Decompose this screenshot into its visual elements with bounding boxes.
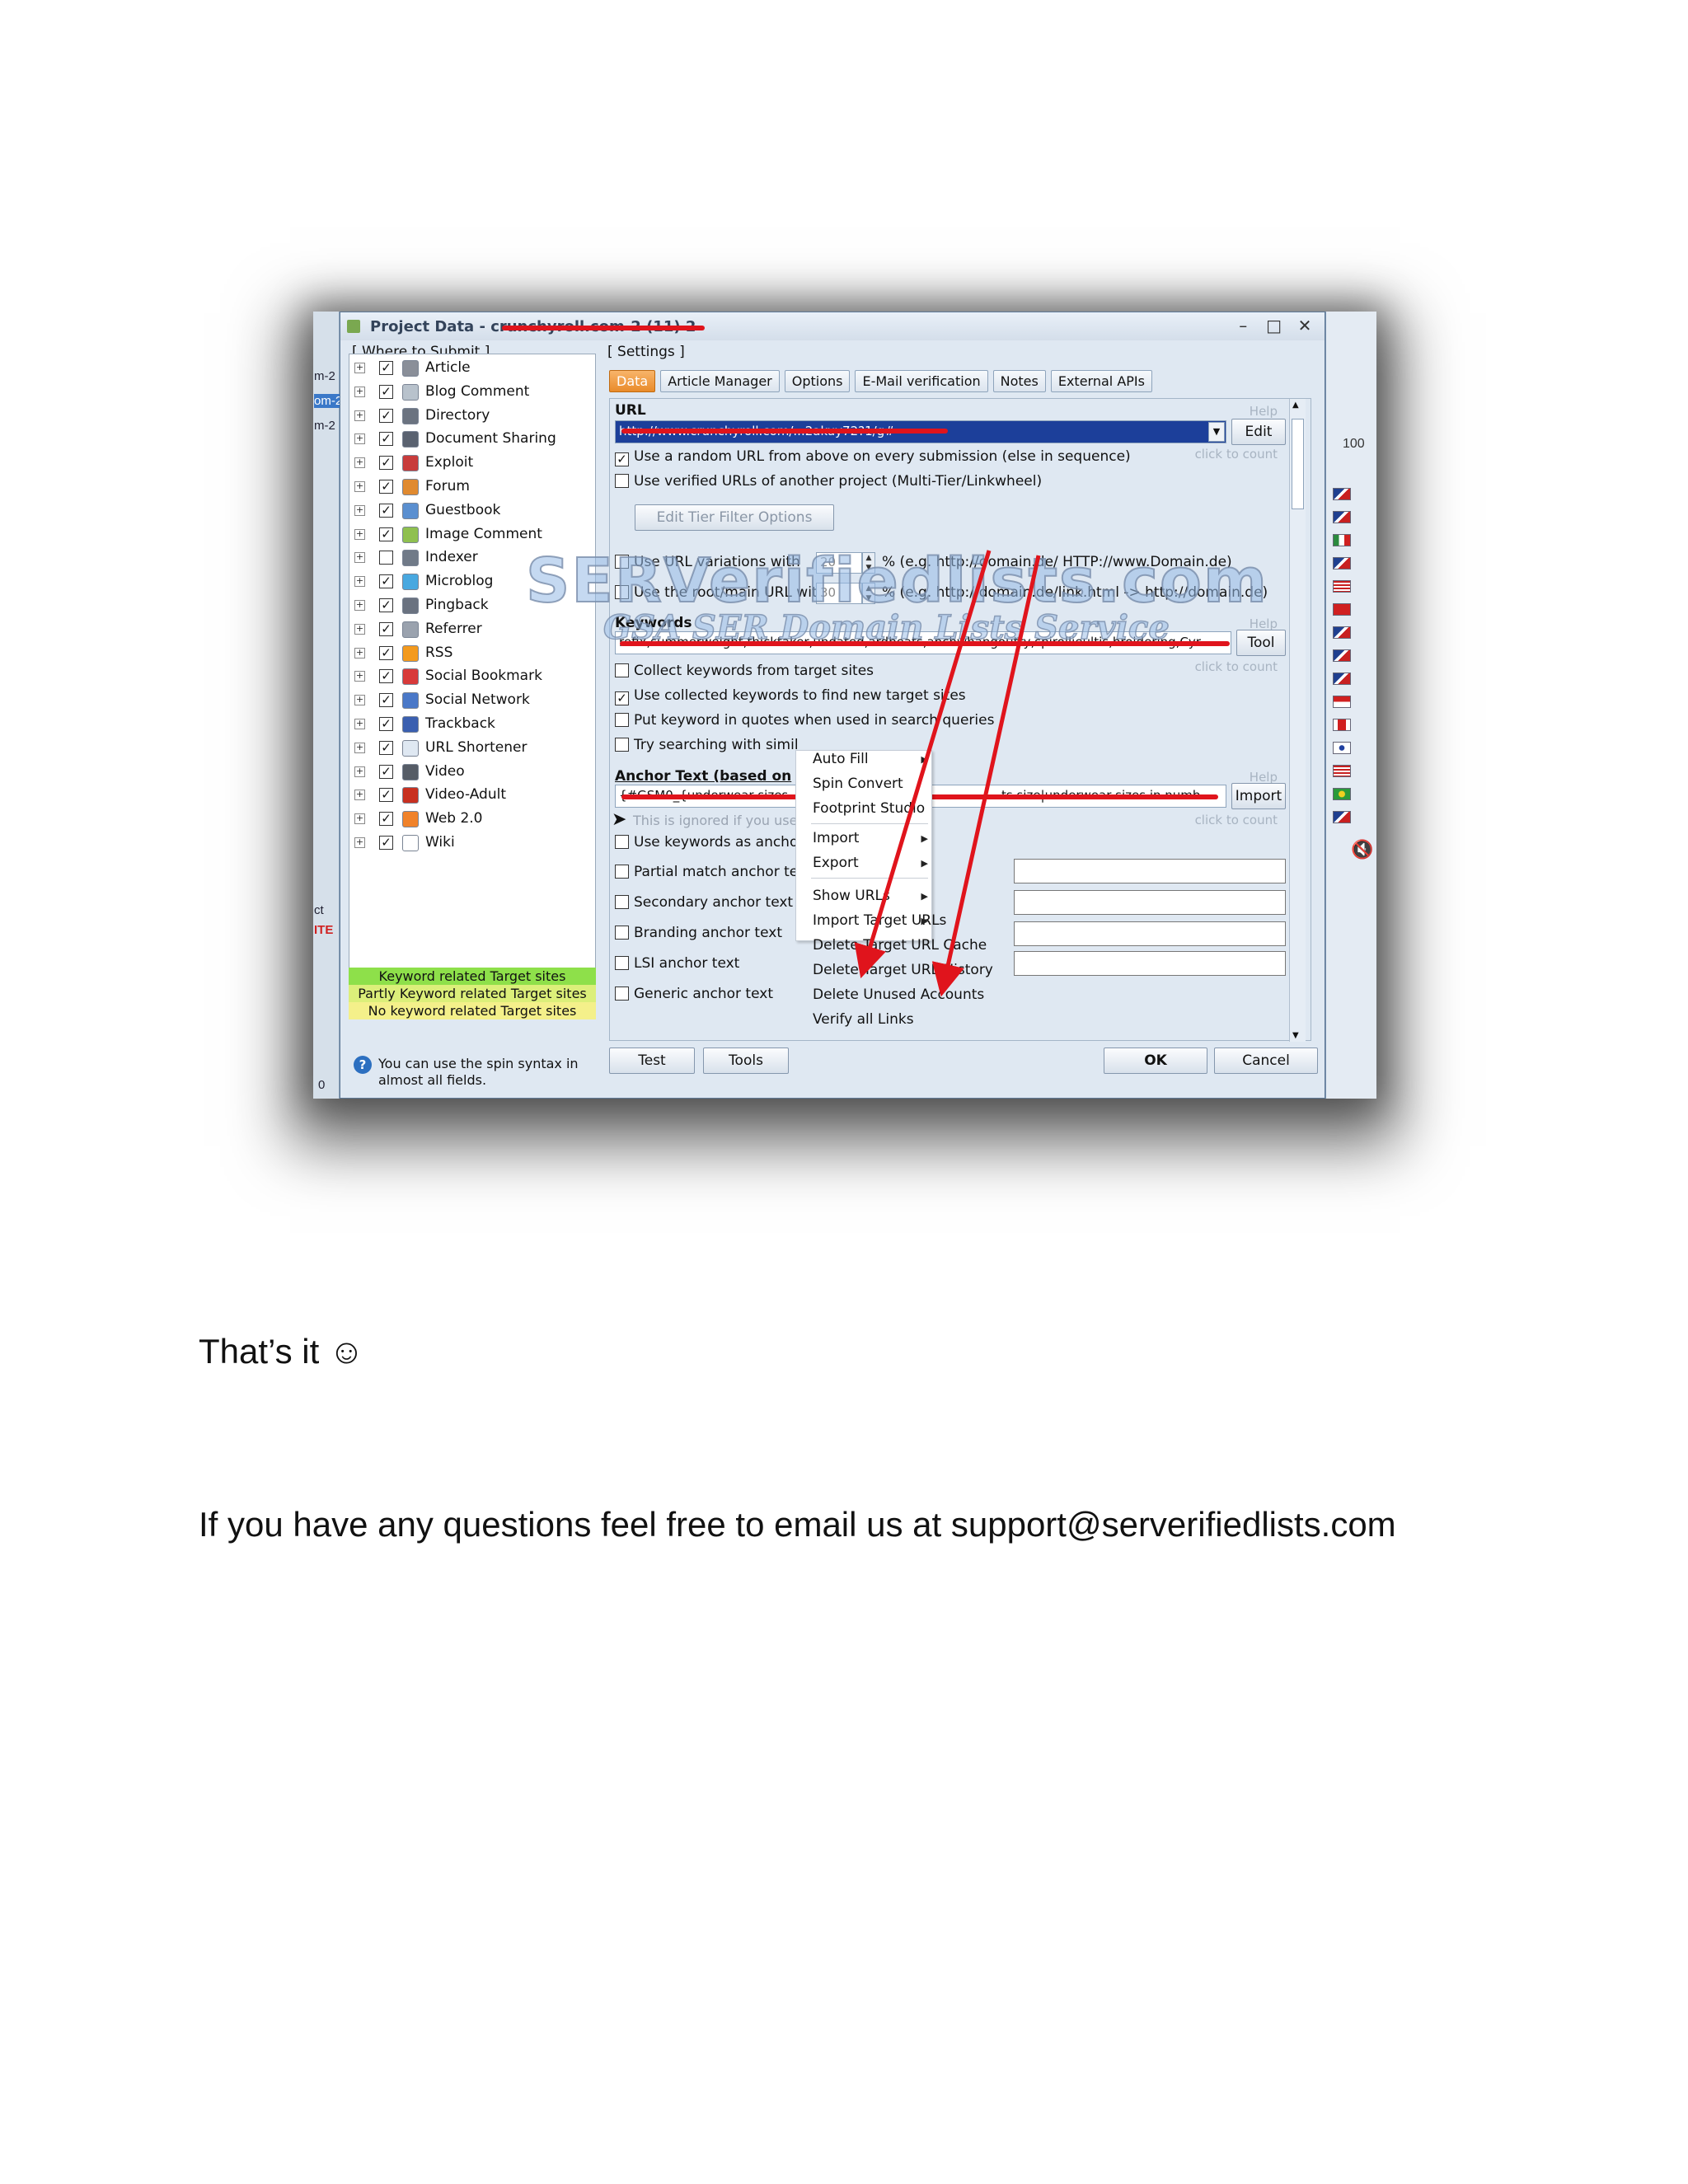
screenshot: m-2 om-2 m-2 ct ITE 0 100 🔇 Project Data…	[313, 312, 1376, 1099]
annotation-arrows	[854, 550, 1041, 997]
red-arrow-to-delete-cache	[854, 550, 992, 979]
red-arrow-to-delete-history	[931, 555, 1041, 997]
closing-line: That’s it ☺	[199, 1332, 364, 1371]
support-line: If you have any questions feel free to e…	[199, 1505, 1396, 1544]
